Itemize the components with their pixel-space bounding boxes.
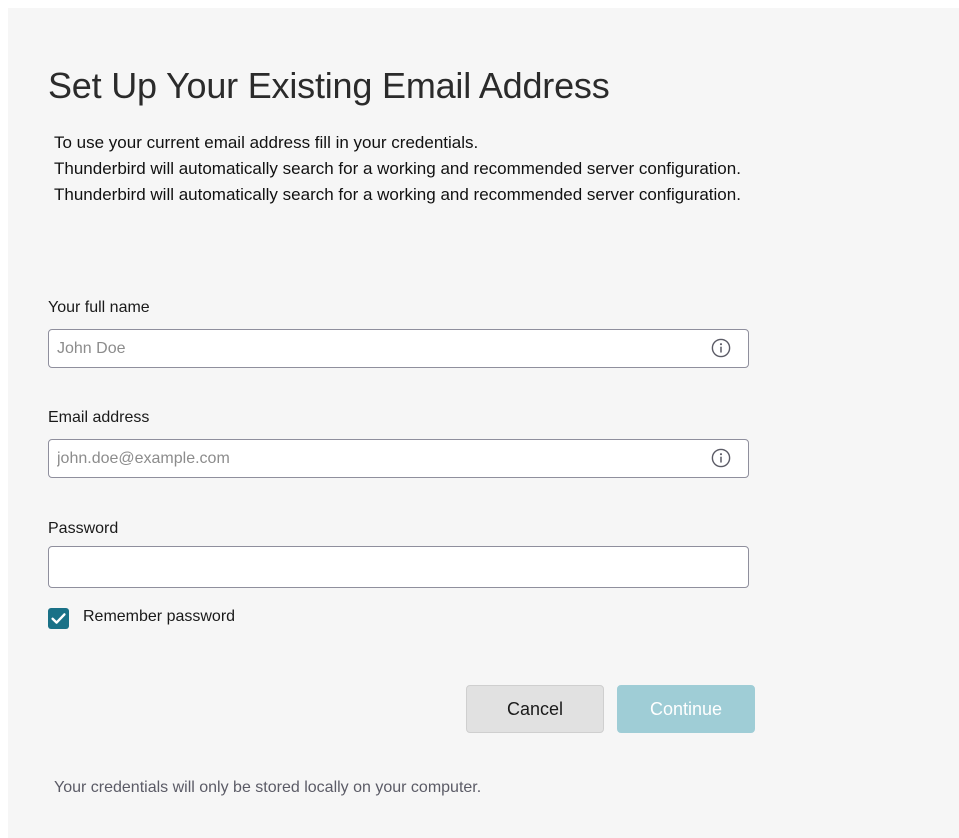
description-line: To use your current email address fill i…: [54, 133, 479, 152]
email-input[interactable]: [49, 440, 748, 477]
password-label: Password: [48, 520, 119, 537]
full-name-input[interactable]: [49, 330, 748, 367]
email-label: Email address: [48, 409, 150, 426]
remember-password-label[interactable]: Remember password: [83, 608, 235, 626]
full-name-label: Your full name: [48, 299, 150, 316]
page-description: To use your current email address fill i…: [54, 130, 954, 208]
description-line: Thunderbird will automatically search fo…: [54, 185, 741, 204]
account-setup-panel: Set Up Your Existing Email Address To us…: [8, 8, 959, 838]
description-line: Thunderbird will automatically search fo…: [54, 159, 741, 178]
password-input[interactable]: [49, 547, 748, 587]
footer-note: Your credentials will only be stored loc…: [54, 779, 482, 796]
continue-button[interactable]: Continue: [617, 685, 755, 733]
password-field[interactable]: [48, 546, 749, 588]
info-icon[interactable]: [711, 338, 731, 358]
page-title: Set Up Your Existing Email Address: [48, 65, 610, 106]
email-field[interactable]: [48, 439, 749, 478]
info-icon[interactable]: [711, 448, 731, 468]
remember-password-checkbox[interactable]: [48, 608, 69, 629]
full-name-field[interactable]: [48, 329, 749, 368]
cancel-button[interactable]: Cancel: [466, 685, 604, 733]
checkmark-icon: [51, 613, 66, 624]
